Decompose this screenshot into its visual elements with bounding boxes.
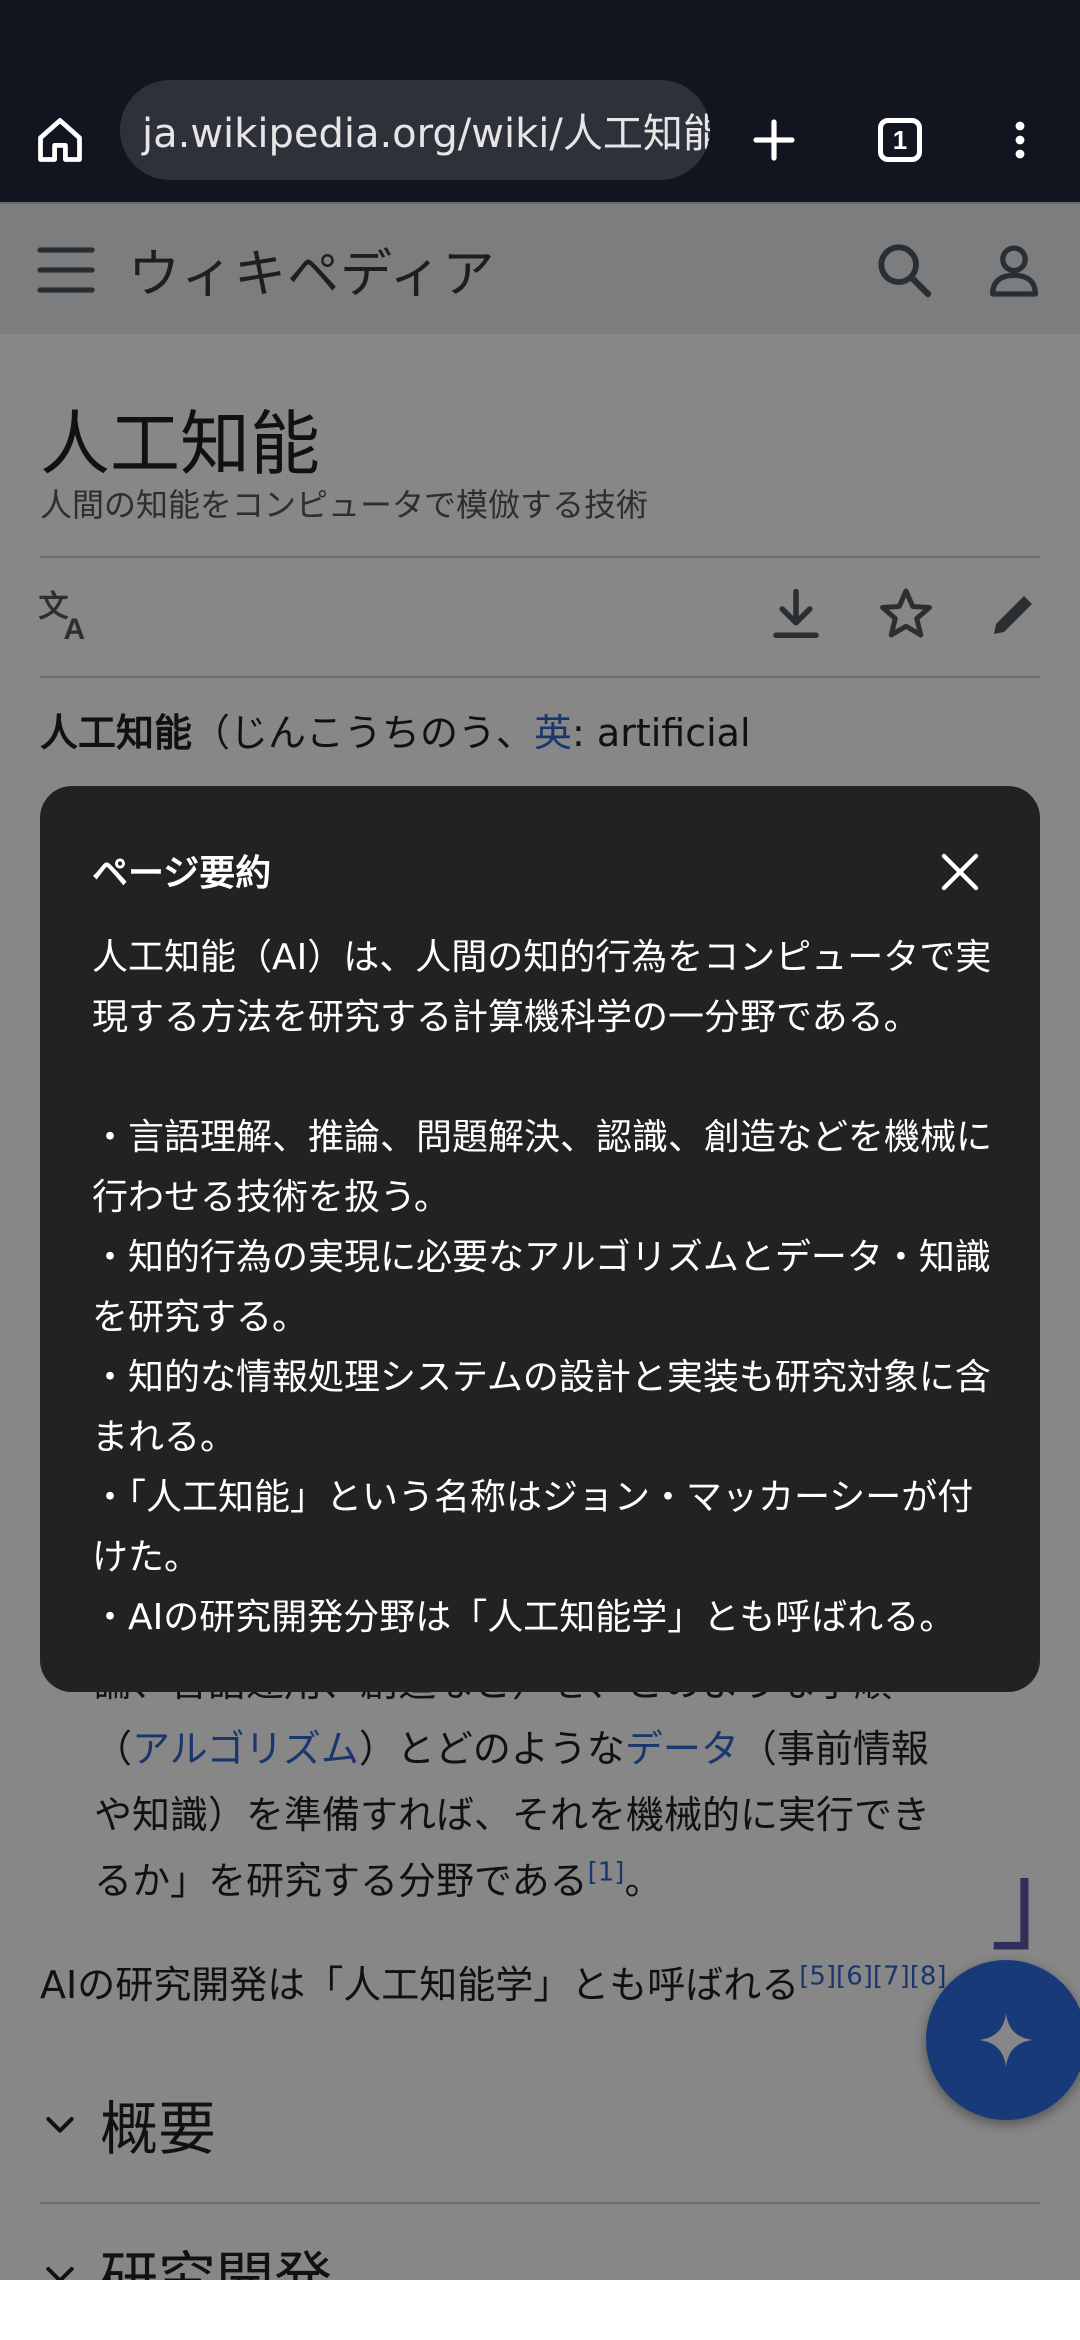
url-text: ja.wikipedia.org/wiki/人工知能: [142, 111, 710, 157]
summary-bullet: ・AIの研究開発分野は「人工知能学」とも呼ばれる。: [92, 1597, 956, 1638]
page-summary-dialog: ページ要約 人工知能（AI）は、人間の知的行為をコンピュータで実現する方法を研究…: [40, 786, 1040, 1692]
more-vert-icon: [1015, 121, 1025, 159]
summary-bullet: ・言語理解、推論、問題解決、認識、創造などを機械に行わせる技術を扱う。: [92, 1117, 993, 1218]
summary-text: 人工知能（AI）は、人間の知的行為をコンピュータで実現する方法を研究する計算機科…: [92, 928, 1002, 1648]
browser-toolbar: ja.wikipedia.org/wiki/人工知能 1: [0, 78, 1080, 202]
more-menu-button[interactable]: [980, 100, 1060, 180]
url-bar[interactable]: ja.wikipedia.org/wiki/人工知能: [120, 80, 710, 180]
summary-bullet: ・知的行為の実現に必要なアルゴリズムとデータ・知識を研究する。: [92, 1237, 991, 1338]
summary-lead: 人工知能（AI）は、人間の知的行為をコンピュータで実現する方法を研究する計算機科…: [92, 937, 992, 1038]
home-button[interactable]: [20, 100, 100, 180]
new-tab-button[interactable]: [734, 100, 814, 180]
close-icon: [941, 853, 979, 891]
plus-icon: [753, 119, 795, 161]
fab-scrim: [926, 1960, 1080, 2120]
status-bar: [0, 0, 1080, 78]
dialog-title: ページ要約: [92, 853, 272, 894]
close-button[interactable]: [922, 834, 998, 910]
summary-bullet: ・「人工知能」という名称はジョン・マッカーシーが付けた。: [92, 1477, 974, 1578]
tab-switcher-icon: 1: [878, 118, 922, 162]
home-icon: [38, 118, 82, 162]
bottom-edge: [0, 2280, 1080, 2340]
summary-bullet: ・知的な情報処理システムの設計と実装も研究対象に含まれる。: [92, 1357, 991, 1458]
tab-switcher-button[interactable]: 1: [860, 100, 940, 180]
